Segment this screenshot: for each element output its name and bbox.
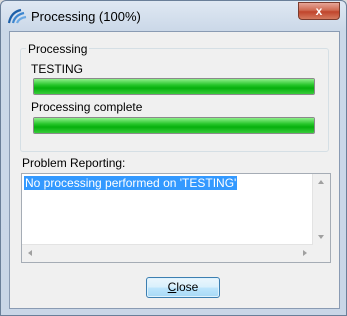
problem-text[interactable]: No processing performed on 'TESTING' (24, 176, 238, 190)
item-progress-fill (34, 79, 314, 94)
processing-group-legend: Processing (26, 42, 90, 56)
window-title: Processing (100%) (31, 9, 141, 24)
processing-dialog: Processing (100%) x Processing TESTING P… (0, 0, 347, 316)
close-window-button[interactable]: x (298, 2, 340, 20)
item-progress-bar (33, 78, 315, 95)
scroll-up-icon[interactable] (318, 180, 324, 184)
horizontal-scrollbar[interactable] (22, 244, 313, 262)
scroll-right-icon[interactable] (303, 250, 307, 256)
overall-progress-bar (33, 117, 315, 134)
scroll-left-icon[interactable] (28, 250, 32, 256)
dialog-body: Processing TESTING Processing complete P… (9, 31, 340, 309)
current-item-label: TESTING (31, 62, 84, 76)
vertical-scrollbar[interactable] (312, 174, 330, 245)
overall-progress-fill (34, 118, 314, 133)
status-label: Processing complete (31, 100, 143, 114)
close-button[interactable]: Close (146, 277, 220, 298)
scroll-down-icon[interactable] (318, 235, 324, 239)
title-bar[interactable]: Processing (100%) x (1, 1, 346, 31)
problem-reporting-textbox[interactable]: No processing performed on 'TESTING' (21, 173, 331, 263)
scrollbar-corner (313, 245, 330, 262)
close-icon: x (315, 4, 323, 18)
problem-reporting-label: Problem Reporting: (22, 156, 126, 170)
close-button-label: lose (176, 280, 199, 294)
app-logo-icon (7, 8, 27, 24)
